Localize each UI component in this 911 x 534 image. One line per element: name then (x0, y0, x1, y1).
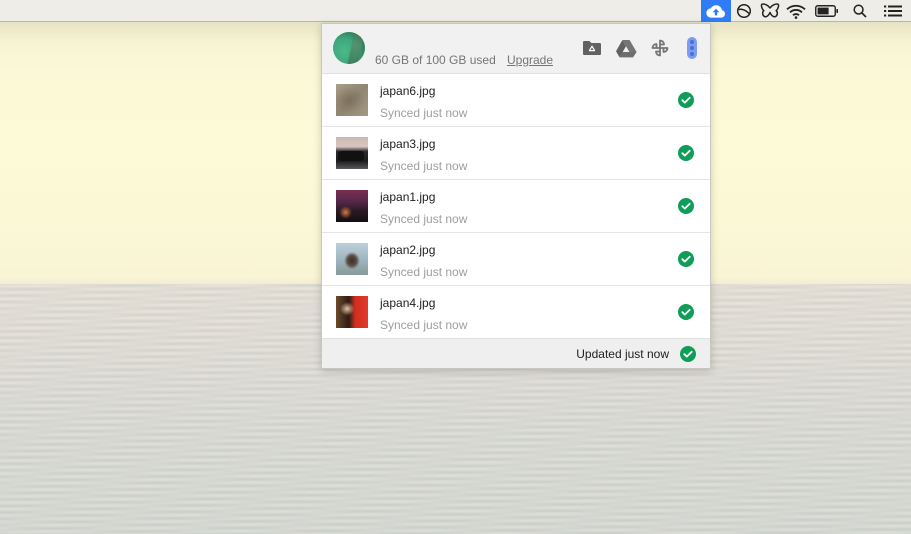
file-name: japan4.jpg (380, 296, 436, 310)
file-row[interactable]: japan2.jpg Synced just now (322, 233, 710, 286)
open-folder-button[interactable] (581, 37, 603, 59)
status-tray (701, 0, 911, 22)
check-circle-icon (680, 346, 696, 362)
file-thumbnail (336, 84, 368, 116)
file-name: japan1.jpg (380, 190, 436, 204)
upgrade-link[interactable]: Upgrade (507, 53, 553, 67)
file-row[interactable]: japan4.jpg Synced just now (322, 286, 710, 339)
spotlight-button[interactable] (845, 0, 875, 22)
file-status: Synced just now (380, 212, 468, 226)
storage-usage-text: 60 GB of 100 GB used (375, 53, 496, 67)
file-thumbnail (336, 243, 368, 275)
file-name: japan2.jpg (380, 243, 436, 257)
check-circle-icon (678, 92, 694, 108)
check-circle-icon (678, 304, 694, 320)
file-name: japan3.jpg (380, 137, 436, 151)
open-drive-button[interactable] (615, 37, 637, 59)
file-thumbnail (336, 137, 368, 169)
cloud-upload-icon (706, 5, 726, 18)
menu-bar (0, 0, 911, 22)
file-row[interactable]: japan3.jpg Synced just now (322, 127, 710, 180)
open-photos-button[interactable] (648, 37, 672, 59)
check-circle-icon (678, 251, 694, 267)
battery-tray-button[interactable] (809, 0, 845, 22)
search-icon (853, 4, 867, 18)
file-row[interactable]: japan1.jpg Synced just now (322, 180, 710, 233)
notification-center-button[interactable] (875, 0, 911, 22)
wifi-tray-button[interactable] (783, 0, 809, 22)
more-vert-icon (687, 37, 697, 59)
file-name: japan6.jpg (380, 84, 436, 98)
avatar[interactable] (333, 32, 365, 64)
google-photos-icon (651, 39, 669, 57)
backup-sync-tray-button[interactable] (701, 0, 731, 22)
panel-header: 60 GB of 100 GB used Upgrade (322, 24, 710, 74)
circle-slash-icon (736, 3, 752, 19)
battery-icon (815, 5, 838, 17)
google-drive-icon (616, 39, 637, 57)
file-status: Synced just now (380, 106, 468, 120)
file-row[interactable]: japan6.jpg Synced just now (322, 74, 710, 127)
more-options-button[interactable] (686, 37, 698, 59)
list-icon (884, 5, 902, 17)
butterfly-tray-button[interactable] (757, 0, 783, 22)
file-thumbnail (336, 296, 368, 328)
file-thumbnail (336, 190, 368, 222)
file-status: Synced just now (380, 265, 468, 279)
file-status: Synced just now (380, 159, 468, 173)
circle-slash-tray-button[interactable] (731, 0, 757, 22)
check-circle-icon (678, 198, 694, 214)
backup-sync-panel: 60 GB of 100 GB used Upgrade japan6.jpg … (321, 23, 711, 369)
check-circle-icon (678, 145, 694, 161)
wifi-icon (786, 4, 806, 19)
file-status: Synced just now (380, 318, 468, 332)
panel-footer: Updated just now (322, 338, 710, 368)
sync-status-text: Updated just now (576, 347, 669, 361)
butterfly-icon (760, 3, 780, 18)
synced-files-list: japan6.jpg Synced just now japan3.jpg Sy… (322, 74, 710, 339)
drive-folder-icon (583, 41, 601, 55)
